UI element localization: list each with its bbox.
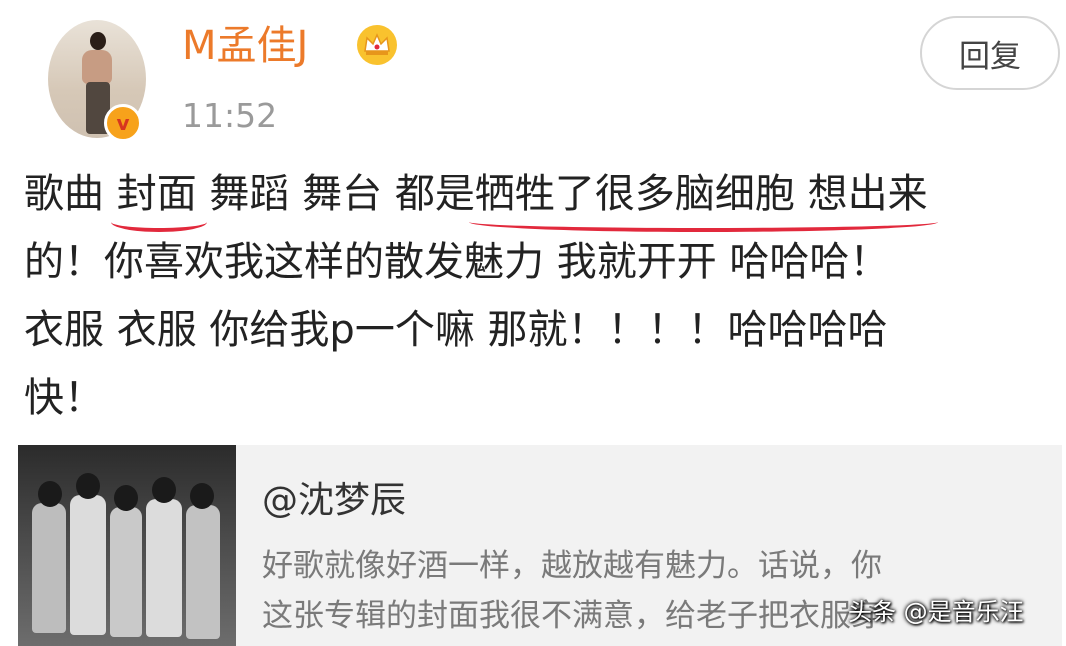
- highlight-underline: 封面: [110, 160, 207, 232]
- quoted-author[interactable]: @沈梦辰: [262, 471, 406, 523]
- quoted-post-thumbnail[interactable]: [18, 445, 236, 646]
- verified-badge-icon: v: [104, 104, 142, 142]
- post-text-segment: 舞蹈 舞台 都是: [196, 171, 475, 217]
- post-text-segment: 歌曲: [24, 171, 117, 217]
- post-line: 歌曲 封面 舞蹈 舞台 都是牺牲了很多脑细胞 想出来: [24, 160, 1064, 232]
- post-body: 歌曲 封面 舞蹈 舞台 都是牺牲了很多脑细胞 想出来 的！你喜欢我这样的散发魅力…: [24, 160, 1064, 432]
- post-line: 快！: [24, 375, 104, 421]
- username[interactable]: M孟佳J: [182, 22, 308, 70]
- post-line: 衣服 衣服 你给我p一个嘛 那就！！！！哈哈哈哈: [24, 307, 888, 353]
- post-time: 11:52: [182, 96, 278, 135]
- highlight-underline: 牺牲了很多脑细胞 想出来: [468, 160, 938, 232]
- crown-icon: [357, 25, 397, 65]
- post-line: 的！你喜欢我这样的散发魅力 我就开开 哈哈哈！: [24, 239, 890, 285]
- reply-button[interactable]: 回复: [920, 16, 1060, 90]
- watermark: 头条 @是音乐汪: [848, 598, 1024, 626]
